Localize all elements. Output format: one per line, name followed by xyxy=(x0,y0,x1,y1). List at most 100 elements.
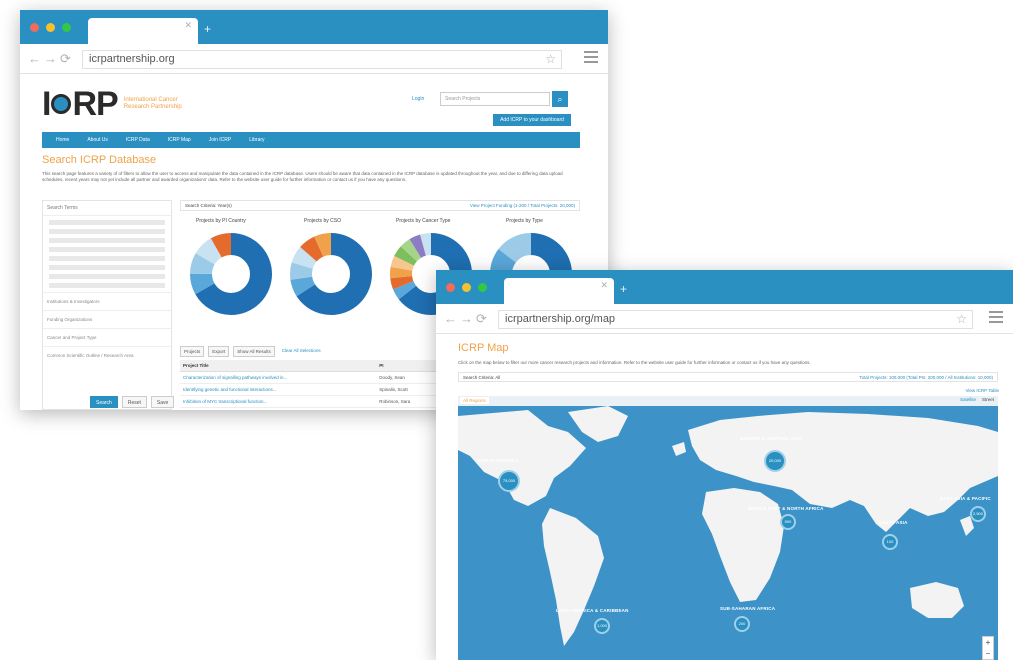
results-bar: Search Criteria: Year(s) View Project Fu… xyxy=(180,200,580,211)
region-cluster[interactable]: 500 xyxy=(780,514,796,530)
map-top-bar: All Regions Satellite Street xyxy=(458,396,998,406)
world-map-land xyxy=(458,406,998,646)
search-criteria-label: Search Criteria: All xyxy=(463,375,501,380)
sidebar-option[interactable] xyxy=(49,256,165,261)
nav-item[interactable]: Join ICRP xyxy=(209,137,232,143)
col-project-title[interactable]: Project Title xyxy=(180,360,377,372)
view-table-link[interactable]: View ICRP Table xyxy=(965,388,999,393)
map-type-satellite[interactable]: Satellite xyxy=(960,397,976,402)
export-dropdown[interactable]: Export xyxy=(208,346,230,357)
project-title-link[interactable]: Characterization of signalling pathways … xyxy=(180,371,377,384)
region-filter-pill[interactable]: All Regions xyxy=(460,397,489,404)
view-funding-link[interactable]: View Project Funding (1-200 / Total Proj… xyxy=(470,203,575,208)
chart-title-cso: Projects by CSO xyxy=(304,218,341,224)
nav-item[interactable]: Library xyxy=(249,137,264,143)
search-submit-button[interactable]: Search xyxy=(90,396,118,408)
intro-text: This search page features a variety of o… xyxy=(42,171,563,182)
sidebar-option[interactable] xyxy=(49,229,165,234)
zoom-out-button[interactable]: − xyxy=(983,648,993,659)
logo-letter-i: I xyxy=(42,84,52,123)
region-cluster[interactable]: 1,000 xyxy=(594,618,610,634)
projects-dropdown[interactable]: Projects xyxy=(180,346,205,357)
new-tab-icon[interactable]: + xyxy=(620,282,627,296)
map-type-toggle: Satellite Street xyxy=(960,397,994,402)
sidebar-option[interactable] xyxy=(49,274,165,279)
sidebar-input[interactable] xyxy=(49,220,165,225)
close-window-button[interactable] xyxy=(30,23,39,32)
nav-item[interactable]: About Us xyxy=(87,137,108,143)
sidebar-accordion[interactable]: Common Scientific Outline / Research Are… xyxy=(43,346,171,364)
sidebar-option[interactable] xyxy=(49,247,165,252)
address-bar[interactable]: icrpartnership.org ☆ xyxy=(82,50,562,69)
zoom-control: + − xyxy=(982,636,994,660)
window-controls xyxy=(30,23,71,32)
dashboard-button[interactable]: Add ICRP to your dashboard xyxy=(493,114,571,126)
clear-selections-link[interactable]: Clear All Selections xyxy=(279,346,324,357)
tab-close-icon[interactable]: ✕ xyxy=(600,280,608,291)
minimize-window-button[interactable] xyxy=(46,23,55,32)
zoom-in-button[interactable]: + xyxy=(983,637,993,648)
pi-cell: Robinson, Sara xyxy=(376,395,443,408)
region-label: EAST ASIA & PACIFIC xyxy=(940,496,991,501)
address-bar[interactable]: icrpartnership.org/map ☆ xyxy=(498,310,973,329)
nav-item[interactable]: Home xyxy=(56,137,69,143)
project-title-link[interactable]: Identifying genetic and functional inter… xyxy=(180,383,377,396)
sidebar-accordion[interactable]: Funding Organizations xyxy=(43,310,171,328)
sidebar-year-input[interactable] xyxy=(49,265,165,270)
bookmark-star-icon[interactable]: ☆ xyxy=(545,52,556,66)
search-input[interactable]: Search Projects xyxy=(440,92,550,106)
region-label: MIDDLE EAST & NORTH AFRICA xyxy=(748,506,824,511)
nav-item[interactable]: ICRP Map xyxy=(168,137,191,143)
region-label: SOUTH ASIA xyxy=(878,520,908,525)
maximize-window-button[interactable] xyxy=(62,23,71,32)
browser-tab[interactable]: ✕ xyxy=(88,18,198,44)
sidebar-heading[interactable]: Search Terms xyxy=(43,201,171,216)
bookmark-star-icon[interactable]: ☆ xyxy=(956,312,967,326)
chart-title-pi-country: Projects by PI Country xyxy=(196,218,246,224)
maximize-window-button[interactable] xyxy=(478,283,487,292)
save-button[interactable]: Save xyxy=(150,396,175,408)
new-tab-icon[interactable]: + xyxy=(204,22,211,36)
browser-toolbar: ←→⟳ icrpartnership.org/map ☆ xyxy=(436,304,1013,334)
address-url: icrpartnership.org xyxy=(89,53,175,65)
hamburger-menu-icon[interactable] xyxy=(989,311,1003,326)
region-cluster[interactable]: 20,000 xyxy=(764,450,786,472)
sidebar-accordion[interactable]: Cancer and Project Type xyxy=(43,328,171,346)
nav-arrows-icon[interactable]: ←→⟳ xyxy=(28,51,74,67)
icrp-logo[interactable]: I RP International Cancer Research Partn… xyxy=(42,84,204,123)
col-pi[interactable]: PI xyxy=(376,360,443,372)
chart-title-type: Projects by Type xyxy=(506,218,543,224)
reset-button[interactable]: Reset xyxy=(121,396,147,408)
sidebar-option[interactable] xyxy=(49,238,165,243)
map-type-street[interactable]: Street xyxy=(982,397,994,402)
totals-link[interactable]: Total Projects: 100,000 (Total PIs: 200,… xyxy=(859,375,993,380)
donut-chart-cso[interactable] xyxy=(286,229,376,319)
titlebar: ✕ + xyxy=(20,10,608,44)
region-cluster[interactable]: 200 xyxy=(734,616,750,632)
sidebar-option[interactable] xyxy=(49,283,165,288)
minimize-window-button[interactable] xyxy=(462,283,471,292)
region-label: LATIN AMERICA & CARIBBEAN xyxy=(556,608,629,613)
browser-tab[interactable]: ✕ xyxy=(504,278,614,304)
region-cluster[interactable]: 75,000 xyxy=(498,470,520,492)
screenshot-stage: ✕ + ←→⟳ icrpartnership.org ☆ I RP Intern… xyxy=(0,0,1013,660)
donut-chart-pi-country[interactable] xyxy=(186,229,276,319)
nav-item[interactable]: ICRP Data xyxy=(126,137,150,143)
hamburger-menu-icon[interactable] xyxy=(584,51,598,66)
show-all-button[interactable]: Show All Results xyxy=(233,346,275,357)
project-title-link[interactable]: Inhibition of MYC transcriptional functi… xyxy=(180,395,377,408)
browser-window-map: ✕ + ←→⟳ icrpartnership.org/map ☆ ICRP Ma… xyxy=(436,270,1013,660)
tab-close-icon[interactable]: ✕ xyxy=(184,20,192,31)
sidebar-accordion[interactable]: Institutions & Investigators xyxy=(43,292,171,310)
logo-tagline: International Cancer Research Partnershi… xyxy=(123,97,182,110)
intro-text: Click on the map below to filter our mor… xyxy=(458,360,811,365)
search-button[interactable]: ⌕ xyxy=(552,91,568,107)
region-cluster[interactable]: 2,500 xyxy=(970,506,986,522)
region-cluster[interactable]: 100 xyxy=(882,534,898,550)
login-link[interactable]: Login xyxy=(412,96,424,102)
world-map[interactable]: All Regions Satellite Street NORTH AMERI… xyxy=(458,396,998,660)
nav-arrows-icon[interactable]: ←→⟳ xyxy=(444,311,490,327)
page-content: ICRP Map Click on the map below to filte… xyxy=(436,334,1013,660)
table-controls: Projects Export Show All Results Clear A… xyxy=(180,346,324,357)
close-window-button[interactable] xyxy=(446,283,455,292)
